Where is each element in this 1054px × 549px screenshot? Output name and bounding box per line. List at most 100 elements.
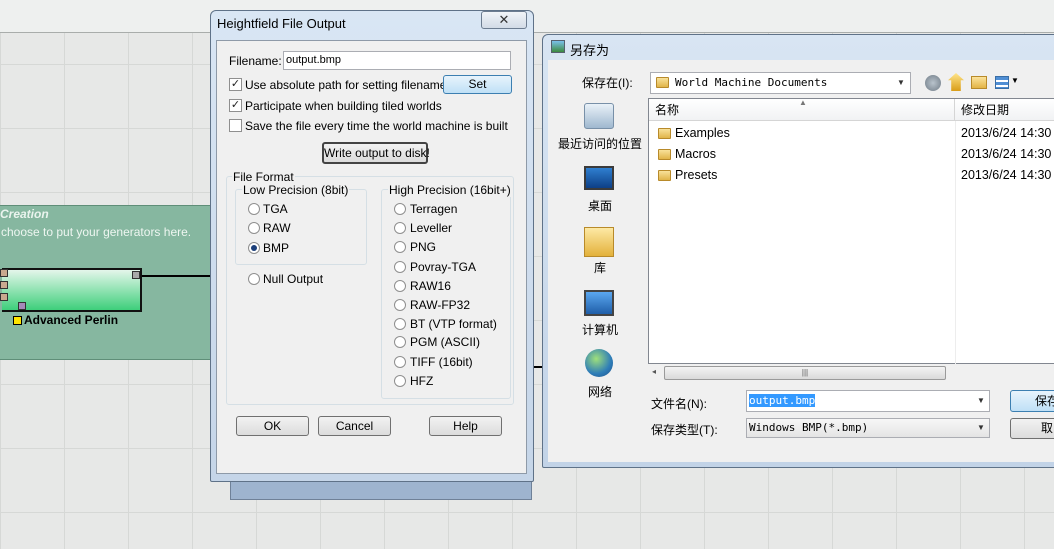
view-menu-icon[interactable] bbox=[995, 76, 1009, 89]
chevron-down-icon[interactable]: ▼ bbox=[976, 392, 986, 410]
group-title: Creation bbox=[0, 207, 49, 221]
node-input-port[interactable] bbox=[0, 281, 8, 289]
places-desktop[interactable]: 桌面 bbox=[556, 197, 644, 214]
node-input-port[interactable] bbox=[0, 269, 8, 277]
tiled-worlds-checkbox[interactable]: ✓ bbox=[229, 99, 242, 112]
raw16-radio[interactable] bbox=[394, 280, 406, 292]
high-precision-label: High Precision (16bit+) bbox=[388, 183, 512, 197]
raw-fp32-label: RAW-FP32 bbox=[410, 298, 471, 312]
bmp-label: BMP bbox=[263, 241, 290, 255]
povray-tga-radio[interactable] bbox=[394, 261, 406, 273]
desktop-icon bbox=[584, 166, 614, 190]
save-in-value: World Machine Documents bbox=[675, 76, 828, 89]
filetype-value: Windows BMP(*.bmp) bbox=[749, 421, 869, 434]
network-icon bbox=[585, 349, 613, 377]
new-folder-icon[interactable] bbox=[971, 76, 987, 89]
file-name: Macros bbox=[675, 147, 716, 161]
save-as-window-icon bbox=[551, 40, 565, 53]
places-network[interactable]: 网络 bbox=[556, 383, 644, 400]
ok-button[interactable]: OK bbox=[236, 416, 309, 436]
filename-input[interactable]: output.bmp bbox=[283, 51, 511, 70]
places-computer[interactable]: 计算机 bbox=[556, 321, 644, 338]
group-description: choose to put your generators here. bbox=[1, 225, 192, 239]
hfz-label: HFZ bbox=[410, 374, 434, 388]
save-filename-value: output.bmp bbox=[749, 394, 816, 407]
view-menu-arrow-icon[interactable]: ▼ bbox=[1011, 76, 1019, 85]
option-label: Save the file every time the world machi… bbox=[245, 119, 508, 133]
png-radio[interactable] bbox=[394, 241, 406, 253]
terragen-radio[interactable] bbox=[394, 203, 406, 215]
close-button[interactable]: ✕ bbox=[481, 11, 527, 29]
node-output-port[interactable] bbox=[132, 271, 140, 279]
raw-radio[interactable] bbox=[248, 222, 260, 234]
libraries-icon bbox=[584, 227, 614, 257]
file-name: Presets bbox=[675, 168, 718, 182]
places-recent[interactable]: 最近访问的位置 bbox=[556, 135, 644, 152]
set-button[interactable]: Set bbox=[443, 75, 512, 94]
dialog-title: Heightfield File Output bbox=[217, 16, 346, 31]
filename-label: 文件名(N): bbox=[651, 397, 707, 411]
save-cancel-button[interactable]: 取 bbox=[1010, 418, 1054, 439]
file-name: Examples bbox=[675, 126, 730, 140]
scroll-left-icon[interactable]: ◂ bbox=[652, 367, 656, 376]
file-date: 2013/6/24 14:30 bbox=[961, 168, 1052, 182]
folder-icon bbox=[658, 128, 671, 139]
filename-label: Filename: bbox=[229, 54, 282, 68]
file-date: 2013/6/24 14:30 bbox=[961, 126, 1052, 140]
save-in-dropdown[interactable]: World Machine Documents bbox=[650, 72, 911, 94]
raw16-label: RAW16 bbox=[410, 279, 451, 293]
column-header-modified[interactable]: 修改日期 bbox=[955, 99, 1054, 121]
option-label: Participate when building tiled worlds bbox=[245, 99, 442, 113]
back-icon[interactable] bbox=[925, 75, 941, 91]
folder-icon bbox=[656, 77, 669, 88]
folder-icon bbox=[658, 170, 671, 181]
chevron-down-icon[interactable]: ▼ bbox=[896, 74, 906, 92]
tga-label: TGA bbox=[263, 202, 288, 216]
help-button[interactable]: Help bbox=[429, 416, 502, 436]
null-output-radio[interactable] bbox=[248, 273, 260, 285]
hfz-radio[interactable] bbox=[394, 375, 406, 387]
png-label: PNG bbox=[410, 240, 437, 254]
save-as-title: 另存为 bbox=[570, 43, 610, 58]
tiff-16bit-radio[interactable] bbox=[394, 356, 406, 368]
write-output-button[interactable]: Write output to disk! bbox=[322, 142, 430, 164]
save-every-build-checkbox[interactable] bbox=[229, 119, 242, 132]
leveller-label: Leveller bbox=[410, 221, 453, 235]
close-icon: ✕ bbox=[498, 12, 510, 27]
column-name-label: 名称 bbox=[655, 103, 680, 117]
bt-vtp-label: BT (VTP format) bbox=[410, 317, 497, 331]
file-date: 2013/6/24 14:30 bbox=[961, 147, 1052, 161]
absolute-path-checkbox[interactable]: ✓ bbox=[229, 78, 242, 91]
node-label: Advanced Perlin bbox=[24, 313, 119, 327]
folder-icon bbox=[658, 149, 671, 160]
save-button[interactable]: 保存 bbox=[1010, 390, 1054, 412]
places-libraries[interactable]: 库 bbox=[556, 259, 644, 276]
scrollbar-thumb[interactable]: ||| bbox=[664, 366, 946, 380]
pgm-ascii-label: PGM (ASCII) bbox=[410, 335, 481, 349]
filetype-dropdown[interactable]: Windows BMP(*.bmp) bbox=[746, 418, 990, 438]
save-in-label: 保存在(I): bbox=[582, 76, 633, 90]
column-modified-label: 修改日期 bbox=[961, 103, 1010, 117]
node-bottom-port[interactable] bbox=[18, 302, 26, 310]
option-label: Use absolute path for setting filename bbox=[245, 78, 447, 92]
tga-radio[interactable] bbox=[248, 203, 260, 215]
computer-icon bbox=[584, 290, 614, 316]
file-format-label: File Format bbox=[232, 170, 295, 184]
connection-wire bbox=[142, 275, 210, 277]
raw-label: RAW bbox=[263, 221, 291, 235]
bt-vtp-radio[interactable] bbox=[394, 318, 406, 330]
recent-places-icon bbox=[584, 103, 614, 129]
node-status-indicator bbox=[13, 316, 22, 325]
node-input-port[interactable] bbox=[0, 293, 8, 301]
low-precision-label: Low Precision (8bit) bbox=[242, 183, 350, 197]
cancel-button[interactable]: Cancel bbox=[318, 416, 391, 436]
pgm-ascii-radio[interactable] bbox=[394, 336, 406, 348]
bmp-radio[interactable] bbox=[248, 242, 260, 254]
raw-fp32-radio[interactable] bbox=[394, 299, 406, 311]
tiff-16bit-label: TIFF (16bit) bbox=[410, 355, 473, 369]
chevron-down-icon[interactable]: ▼ bbox=[976, 419, 986, 437]
leveller-radio[interactable] bbox=[394, 222, 406, 234]
save-filename-input[interactable]: output.bmp bbox=[746, 390, 990, 412]
filetype-label: 保存类型(T): bbox=[651, 423, 718, 437]
povray-tga-label: Povray-TGA bbox=[410, 260, 477, 274]
